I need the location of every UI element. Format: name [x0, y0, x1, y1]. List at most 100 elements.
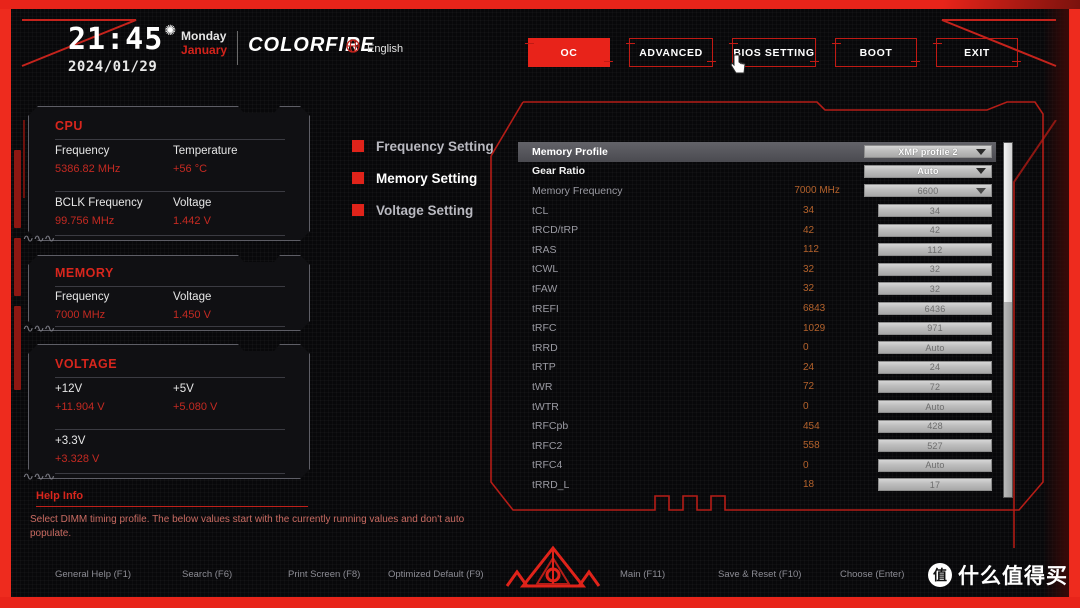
settings-row-field-wrap: 428 — [875, 419, 996, 433]
settings-input[interactable]: 112 — [878, 243, 992, 257]
settings-row-current-value: 0 — [803, 459, 809, 471]
settings-field-value: 24 — [929, 362, 941, 373]
settings-input[interactable]: 527 — [878, 439, 992, 453]
tab-advanced[interactable]: ADVANCED — [629, 38, 716, 67]
voltage-12v-label: +12V — [55, 383, 83, 395]
settings-row-label: tRTP — [532, 361, 556, 374]
menu-item-voltage-setting[interactable]: Voltage Setting — [352, 194, 494, 226]
settings-field-value: 17 — [929, 479, 941, 490]
cpu-bclk-value: 99.756 MHz — [55, 215, 115, 227]
settings-input[interactable]: 72 — [878, 380, 992, 394]
settings-row[interactable]: tREFI 6843 6436 — [518, 299, 996, 319]
settings-input[interactable]: 32 — [878, 282, 992, 296]
footer-key[interactable]: Save & Reset (F10) — [718, 569, 801, 580]
help-info-text: Select DIMM timing profile. The below va… — [30, 514, 465, 539]
frame-bottom-band — [0, 597, 1080, 608]
settings-row[interactable]: tCL 34 34 — [518, 201, 996, 221]
settings-field-value: 72 — [929, 381, 941, 392]
panel-decoration-memory: ∿∿∿ — [22, 322, 55, 335]
settings-row[interactable]: tRCD/tRP 42 42 — [518, 220, 996, 240]
menu-item-memory-setting[interactable]: Memory Setting — [352, 162, 494, 194]
settings-row[interactable]: tRFCpb 454 428 — [518, 416, 996, 436]
memory-frequency-label: Frequency — [55, 291, 110, 303]
settings-row-label: tWTR — [532, 400, 559, 413]
menu-item-frequency-setting[interactable]: Frequency Setting — [352, 130, 494, 162]
tab-boot[interactable]: BOOT — [835, 38, 920, 67]
settings-row[interactable]: tWR 72 72 — [518, 377, 996, 397]
memory-frequency-value: 7000 MHz — [55, 309, 106, 321]
frame-left-strip — [0, 9, 11, 597]
footer-key[interactable]: Print Screen (F8) — [288, 569, 360, 580]
settings-row-current-value: 0 — [803, 401, 809, 413]
settings-row-field-wrap: Auto — [875, 400, 996, 414]
settings-row[interactable]: tFAW 32 32 — [518, 279, 996, 299]
settings-row-current-value: 112 — [803, 244, 819, 256]
tab-label: BOOT — [859, 46, 893, 59]
settings-row-label: tRCD/tRP — [532, 224, 579, 237]
settings-input[interactable]: Auto — [878, 400, 992, 414]
settings-dropdown[interactable]: XMP profile 2 — [864, 145, 992, 159]
tab-exit[interactable]: EXIT — [936, 38, 1021, 67]
scrollbar-thumb[interactable] — [1004, 143, 1012, 303]
clock-date: 2024/01/29 — [68, 59, 158, 75]
settings-row[interactable]: tRFC4 0 Auto — [518, 456, 996, 476]
header-bar: 21:45 ✺ 2024/01/29 Monday January COLORF… — [0, 9, 1080, 87]
settings-row[interactable]: tRAS 112 112 — [518, 240, 996, 260]
settings-row[interactable]: Gear Ratio Auto — [518, 162, 996, 182]
chevron-down-icon — [976, 148, 986, 155]
settings-row[interactable]: tWTR 0 Auto — [518, 397, 996, 417]
panel-voltage: VOLTAGE +12V +11.904 V +5V +5.080 V +3.3… — [28, 344, 310, 479]
settings-input[interactable]: 971 — [878, 321, 992, 335]
settings-dropdown[interactable]: Auto — [864, 164, 992, 178]
settings-row[interactable]: tRRD 0 Auto — [518, 338, 996, 358]
frame-top-band — [0, 0, 1080, 9]
footer-bar: General Help (F1) Search (F6) Print Screen… — [0, 545, 1080, 597]
globe-icon — [346, 39, 360, 58]
settings-row-label: tWR — [532, 380, 553, 393]
settings-row[interactable]: tRFC2 558 527 — [518, 436, 996, 456]
settings-row[interactable]: tRFC 1029 971 — [518, 318, 996, 338]
gear-icon: ✺ — [164, 22, 177, 38]
settings-scrollbar[interactable] — [1003, 142, 1013, 498]
settings-row-current-value: 32 — [803, 263, 815, 275]
settings-input[interactable]: 34 — [878, 204, 992, 218]
help-info-title: Help Info — [36, 490, 84, 502]
settings-row-label: tRFC4 — [532, 459, 563, 472]
settings-row[interactable]: Memory Profile XMP profile 2 — [518, 142, 996, 162]
cpu-bclk-label: BCLK Frequency — [55, 197, 143, 209]
settings-row-label: tREFI — [532, 302, 559, 315]
settings-field-value: 32 — [929, 264, 941, 275]
footer-key[interactable]: Main (F11) — [620, 569, 665, 580]
settings-row-label: Memory Profile — [532, 145, 608, 158]
clock-block: 21:45 ✺ 2024/01/29 Monday January COLORF… — [68, 22, 375, 75]
settings-input[interactable]: 24 — [878, 360, 992, 374]
settings-field-value: 42 — [929, 225, 941, 236]
help-info-rule — [36, 506, 308, 507]
settings-input[interactable]: Auto — [878, 458, 992, 472]
footer-key[interactable]: Choose (Enter) — [840, 569, 904, 580]
settings-row-label: tRFC — [532, 322, 557, 335]
settings-input[interactable]: 6436 — [878, 302, 992, 316]
tab-oc[interactable]: OC — [528, 38, 613, 67]
settings-row[interactable]: tRTP 24 24 — [518, 358, 996, 378]
footer-key[interactable]: Search (F6) — [182, 569, 232, 580]
settings-row[interactable]: Memory Frequency 7000 MHz 6600 — [518, 181, 996, 201]
settings-input[interactable]: Auto — [878, 341, 992, 355]
settings-row[interactable]: tRRD_L 18 17 — [518, 475, 996, 495]
settings-input[interactable]: 428 — [878, 419, 992, 433]
settings-input[interactable]: 32 — [878, 262, 992, 276]
settings-field-value: Auto — [917, 166, 939, 177]
settings-row-field-wrap: 34 — [875, 204, 996, 218]
footer-key[interactable]: General Help (F1) — [55, 569, 131, 580]
settings-input[interactable]: 17 — [878, 478, 992, 492]
settings-row-current-value: 72 — [803, 381, 815, 393]
settings-row-field-wrap: 72 — [875, 380, 996, 394]
footer-key[interactable]: Optimized Default (F9) — [388, 569, 484, 580]
settings-row[interactable]: tCWL 32 32 — [518, 260, 996, 280]
scrollbar-track[interactable] — [1004, 302, 1012, 497]
language-selector[interactable]: English — [346, 39, 403, 58]
bullet-square-icon — [352, 204, 364, 216]
settings-input[interactable]: 42 — [878, 223, 992, 237]
settings-dropdown[interactable]: 6600 — [864, 184, 992, 198]
corner-bracket-left-lower — [22, 120, 42, 200]
